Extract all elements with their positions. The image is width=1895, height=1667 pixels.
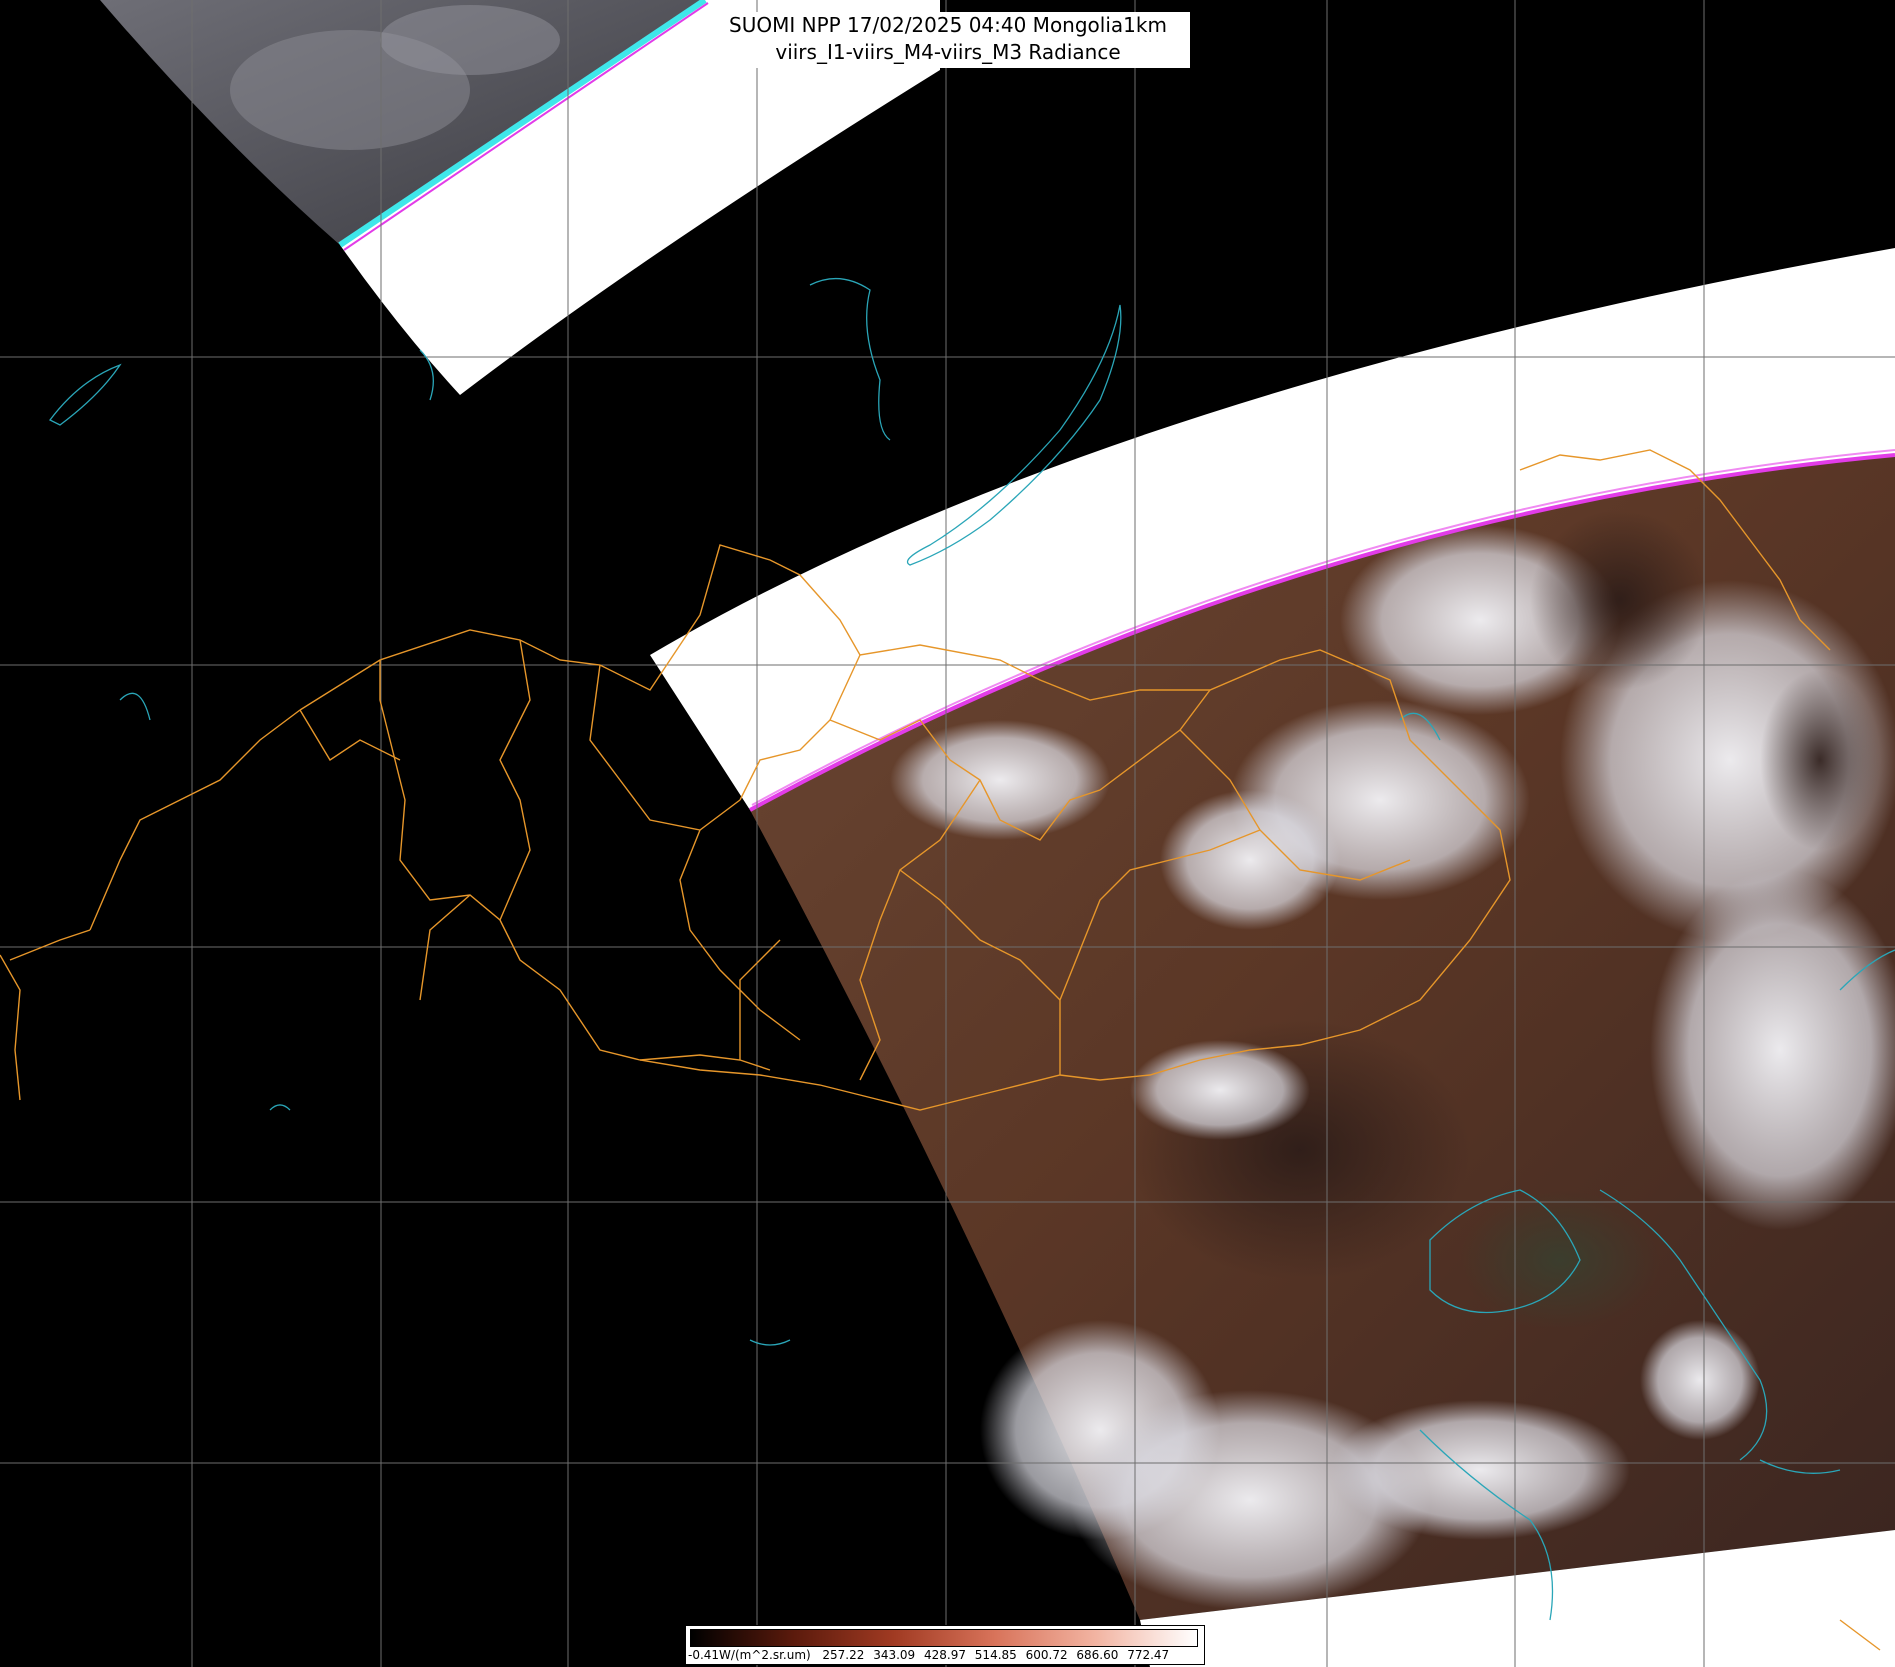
map-title: SUOMI NPP 17/02/2025 04:40 Mongolia1km v…	[706, 12, 1190, 68]
colorbar-tick-label: 428.97	[924, 1648, 966, 1662]
colorbar-tick-label: 600.72	[1025, 1648, 1068, 1662]
colorbar-tick-label: 257.22	[822, 1648, 865, 1662]
title-line-2: viirs_I1-viirs_M4-viirs_M3 Radiance	[775, 40, 1121, 64]
colorbar-ticks: -0.41W/(m^2.sr.um) 257.22 343.09 428.97 514.…	[686, 1646, 1204, 1664]
colorbar-tick-label: 343.09	[873, 1648, 916, 1662]
colorbar-legend: -0.41W/(m^2.sr.um) 257.22 343.09 428.97 514.…	[685, 1625, 1205, 1665]
colorbar-tick-label: -0.41W/(m^2.sr.um)	[688, 1648, 811, 1662]
colorbar-ramp	[690, 1629, 1198, 1647]
colorbar-tick-label: 514.85	[974, 1648, 1017, 1662]
colorbar-tick-label: 686.60	[1076, 1648, 1119, 1662]
satellite-map	[0, 0, 1895, 1667]
colorbar-tick-label: 772.47	[1127, 1648, 1170, 1662]
title-line-1: SUOMI NPP 17/02/2025 04:40 Mongolia1km	[729, 13, 1167, 37]
